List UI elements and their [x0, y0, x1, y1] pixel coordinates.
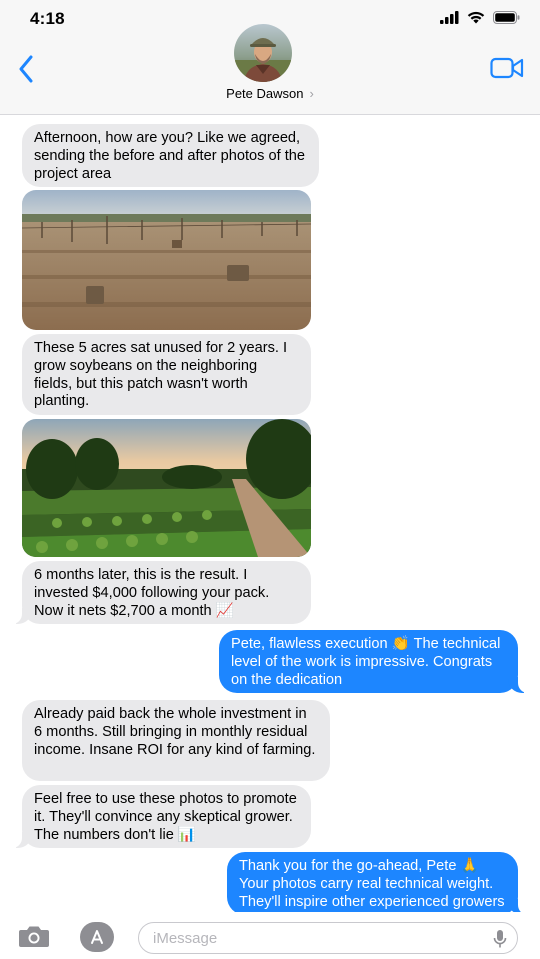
contact-name: Pete Dawson — [226, 86, 304, 101]
incoming-message[interactable]: 6 months later, this is the result. I in… — [12, 561, 311, 624]
message-input-placeholder: iMessage — [153, 930, 218, 947]
facetime-button[interactable] — [490, 56, 524, 82]
dictation-button[interactable] — [493, 929, 507, 949]
camera-icon — [19, 926, 49, 947]
chevron-right-icon: › — [309, 86, 314, 101]
photo-after[interactable] — [22, 419, 311, 557]
camera-button[interactable] — [18, 924, 52, 950]
contact-name-row[interactable]: Pete Dawson › — [0, 86, 540, 101]
cellular-signal-icon — [440, 11, 459, 24]
message-input[interactable]: iMessage — [138, 922, 518, 954]
video-camera-icon — [490, 57, 524, 79]
app-store-button[interactable] — [80, 922, 114, 952]
app-store-icon — [80, 922, 114, 952]
contact-avatar[interactable] — [234, 24, 292, 82]
photo-dry-field — [22, 190, 311, 330]
incoming-message[interactable]: Afternoon, how are you? Like we agreed, … — [22, 124, 319, 187]
compose-bar: iMessage — [0, 912, 540, 959]
microphone-icon — [493, 930, 507, 948]
photo-before[interactable] — [22, 190, 311, 330]
conversation-header: 4:18 Pete Dawson › — [0, 0, 540, 115]
status-time: 4:18 — [30, 9, 65, 28]
back-button[interactable] — [12, 52, 40, 86]
incoming-message[interactable]: These 5 acres sat unused for 2 years. I … — [22, 334, 311, 415]
outgoing-message[interactable]: Thank you for the go-ahead, Pete 🙏 Your … — [227, 852, 528, 915]
incoming-message[interactable]: Feel free to use these photos to promote… — [12, 785, 311, 848]
outgoing-message[interactable]: Pete, flawless execution 👏 The technical… — [219, 630, 528, 693]
chevron-left-icon — [19, 55, 33, 83]
wifi-icon — [467, 11, 485, 24]
photo-green-field — [22, 419, 311, 557]
battery-icon — [493, 11, 520, 24]
incoming-message[interactable]: Already paid back the whole investment i… — [22, 700, 330, 781]
status-icons — [440, 11, 520, 24]
